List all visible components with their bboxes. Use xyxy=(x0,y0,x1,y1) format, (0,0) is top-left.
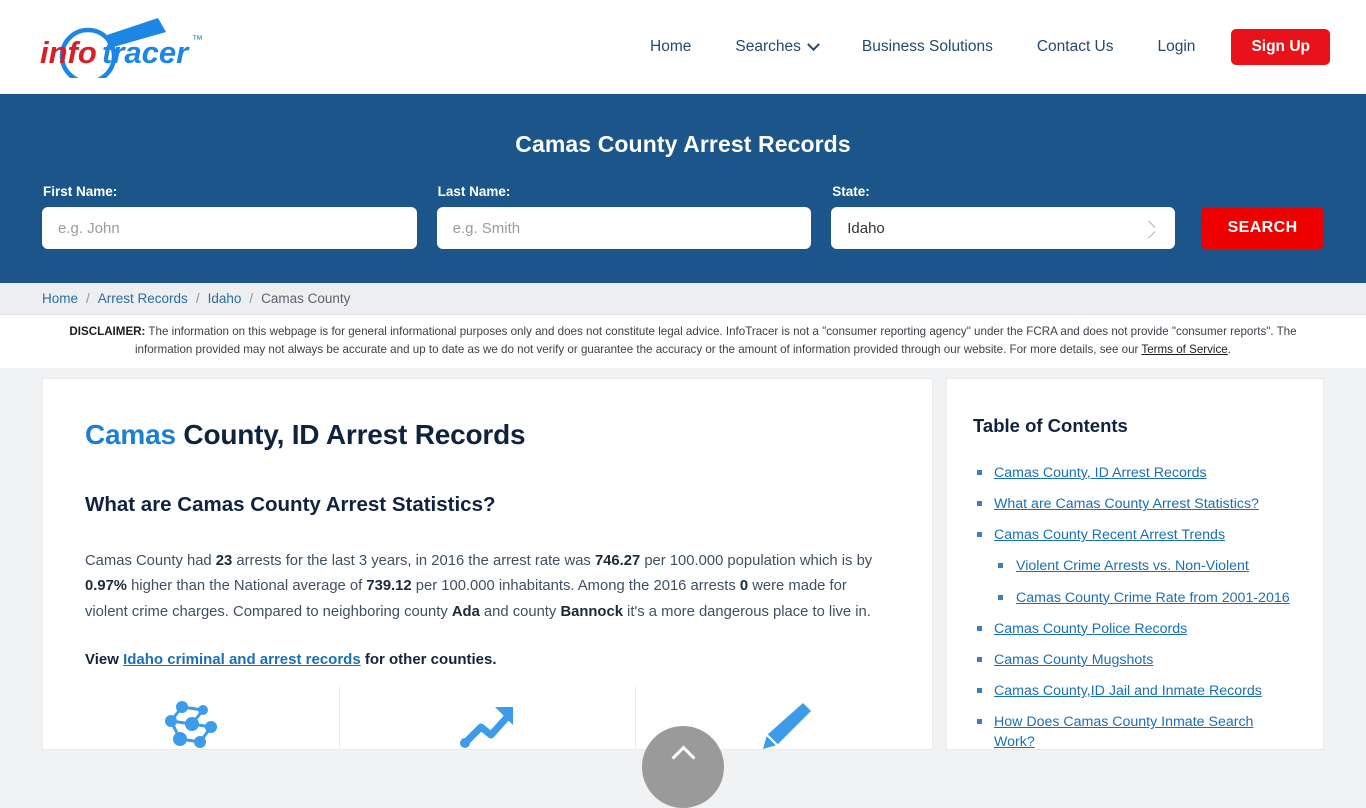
feature-icon-strip xyxy=(43,684,932,749)
toc-item: Camas County,ID Jail and Inmate Records xyxy=(973,681,1297,701)
pen-icon xyxy=(763,702,812,749)
stat-neighbor-county-1: Ada xyxy=(451,603,480,620)
breadcrumb-item-home[interactable]: Home xyxy=(42,291,78,306)
state-field-group: State: Idaho xyxy=(831,184,1176,249)
first-name-label: First Name: xyxy=(43,184,118,199)
toc-link-jail-inmate-records[interactable]: Camas County,ID Jail and Inmate Records xyxy=(994,683,1262,699)
stat-text-1: Camas County had xyxy=(85,552,216,569)
toc-link-mugshots[interactable]: Camas County Mugshots xyxy=(994,652,1153,668)
nav-item-contact-us[interactable]: Contact Us xyxy=(1015,39,1136,55)
page-title-highlight: Camas xyxy=(85,418,176,450)
section-heading-statistics: What are Camas County Arrest Statistics? xyxy=(85,492,496,516)
svg-text:info: info xyxy=(40,35,97,70)
disclaimer-line1: The information on this webpage is for g… xyxy=(145,325,1169,338)
stat-arrest-rate: 746.27 xyxy=(594,552,641,569)
last-name-input[interactable] xyxy=(436,207,812,249)
toc-link-arrest-records[interactable]: Camas County, ID Arrest Records xyxy=(994,465,1207,481)
stat-arrests-count: 23 xyxy=(215,552,233,569)
toc-item: Camas County, ID Arrest Records xyxy=(973,463,1297,483)
toc-item: What are Camas County Arrest Statistics? xyxy=(973,494,1297,514)
breadcrumb-item-arrest-records[interactable]: Arrest Records xyxy=(98,291,188,306)
nav-item-searches[interactable]: Searches xyxy=(713,37,839,56)
stat-text-5: per 100.000 inhabitants. Among the 2016 … xyxy=(411,578,740,595)
stat-violent-count: 0 xyxy=(739,578,749,595)
disclaimer-label: DISCLAIMER: xyxy=(69,325,146,338)
search-button[interactable]: SEARCH xyxy=(1201,207,1324,249)
toc-subitem: Violent Crime Arrests vs. Non-Violent xyxy=(994,556,1297,576)
view-suffix: for other counties. xyxy=(360,651,497,669)
stat-text-8: it's a more dangerous place to live in. xyxy=(622,603,871,620)
nav-item-home[interactable]: Home xyxy=(628,39,713,55)
chevron-down-icon xyxy=(806,37,820,51)
chevron-up-icon xyxy=(670,745,696,770)
toc-link-crime-rate-2001-2016[interactable]: Camas County Crime Rate from 2001-2016 xyxy=(1016,590,1290,606)
idaho-criminal-records-link[interactable]: Idaho criminal and arrest records xyxy=(123,651,361,668)
statistics-paragraph: Camas County had 23 arrests for the last… xyxy=(85,549,875,625)
search-form: First Name: Last Name: State: Idaho SEAR… xyxy=(0,184,1366,249)
stat-national-average: 739.12 xyxy=(366,578,412,595)
growth-arrow-icon xyxy=(459,706,513,748)
toc-item: How Does Camas County Inmate Search Work… xyxy=(973,712,1297,749)
toc-link-police-records[interactable]: Camas County Police Records xyxy=(994,621,1187,637)
page-body: Camas County, ID Arrest Records What are… xyxy=(0,368,1366,750)
view-prefix: View xyxy=(85,651,124,669)
toc-sublist: Violent Crime Arrests vs. Non-Violent Ca… xyxy=(994,556,1297,607)
network-nodes-icon xyxy=(164,700,217,748)
toc-link-arrest-statistics[interactable]: What are Camas County Arrest Statistics? xyxy=(994,496,1259,512)
stat-text-2: arrests for the last 3 years, in 2016 th… xyxy=(232,552,595,569)
toc-subitem: Camas County Crime Rate from 2001-2016 xyxy=(994,588,1297,608)
toc-list: Camas County, ID Arrest Records What are… xyxy=(973,463,1297,749)
stat-text-3: per 100.000 population which is by xyxy=(640,552,873,569)
terms-of-service-link[interactable]: Terms of Service xyxy=(1141,343,1227,356)
toc-link-recent-arrest-trends[interactable]: Camas County Recent Arrest Trends xyxy=(994,527,1225,543)
page-title: Camas County, ID Arrest Records xyxy=(85,419,890,451)
toc-link-violent-vs-nonviolent[interactable]: Violent Crime Arrests vs. Non-Violent xyxy=(1016,558,1249,574)
scroll-to-top-button[interactable] xyxy=(642,726,724,808)
breadcrumb-separator: / xyxy=(86,291,90,306)
state-select[interactable]: Idaho xyxy=(831,207,1176,249)
last-name-label: Last Name: xyxy=(437,184,511,199)
stat-text-7: and county xyxy=(479,603,561,620)
search-banner: Camas County Arrest Records First Name: … xyxy=(0,94,1366,283)
nav-item-login[interactable]: Login xyxy=(1136,39,1218,55)
toc-item: Camas County Recent Arrest Trends Violen… xyxy=(973,525,1297,607)
last-name-field-group: Last Name: xyxy=(436,184,812,249)
first-name-field-group: First Name: xyxy=(42,184,417,249)
nav-item-searches-label: Searches xyxy=(735,38,801,56)
state-label: State: xyxy=(832,184,870,199)
toc-link-inmate-search-work[interactable]: How Does Camas County Inmate Search Work… xyxy=(994,714,1253,749)
breadcrumb-item-camas-county: Camas County xyxy=(261,291,351,306)
logo[interactable]: info tracer ™ xyxy=(40,17,212,78)
breadcrumb-separator: / xyxy=(195,291,200,306)
breadcrumb: Home / Arrest Records / Idaho / Camas Co… xyxy=(0,283,1366,315)
toc-title: Table of Contents xyxy=(973,414,1128,436)
sign-up-button[interactable]: Sign Up xyxy=(1231,29,1330,65)
view-other-counties-line: View Idaho criminal and arrest records f… xyxy=(85,651,890,668)
nav-item-business-solutions[interactable]: Business Solutions xyxy=(840,39,1015,55)
main-navigation: Home Searches Business Solutions Contact… xyxy=(628,29,1330,65)
breadcrumb-separator: / xyxy=(249,291,254,306)
svg-text:tracer: tracer xyxy=(102,35,190,70)
toc-item: Camas County Police Records xyxy=(973,619,1297,639)
stat-neighbor-county-2: Bannock xyxy=(560,603,623,620)
stat-percent-higher: 0.97% xyxy=(85,578,127,595)
disclaimer: DISCLAIMER: The information on this webp… xyxy=(0,315,1366,368)
svg-text:™: ™ xyxy=(192,34,203,46)
banner-title: Camas County Arrest Records xyxy=(515,131,851,157)
feature-cell-1 xyxy=(43,684,340,749)
first-name-input[interactable] xyxy=(42,207,417,249)
breadcrumb-item-idaho[interactable]: Idaho xyxy=(208,291,242,306)
table-of-contents-card: Table of Contents Camas County, ID Arres… xyxy=(946,377,1324,750)
infotracer-logo-icon: info tracer ™ xyxy=(40,18,203,78)
page-title-rest: County, ID Arrest Records xyxy=(175,418,526,450)
stat-text-4: higher than the National average of xyxy=(126,578,367,595)
article-card: Camas County, ID Arrest Records What are… xyxy=(42,377,933,750)
disclaimer-tail: . xyxy=(1227,342,1231,356)
toc-item: Camas County Mugshots xyxy=(973,650,1297,670)
site-header: info tracer ™ Home Searches Business Sol… xyxy=(0,0,1366,94)
feature-cell-2 xyxy=(340,684,637,749)
